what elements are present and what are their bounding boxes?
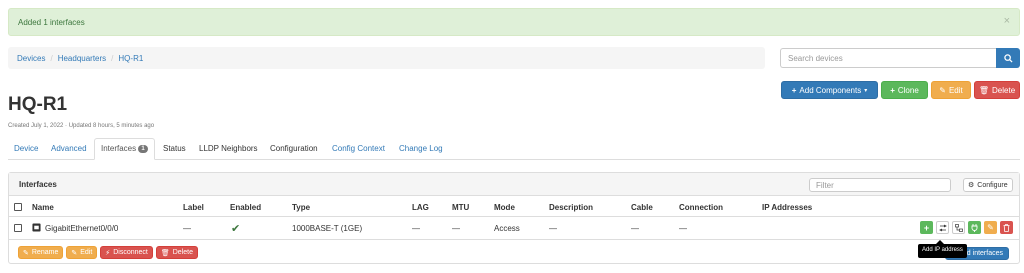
trace-icon xyxy=(938,224,947,231)
cell-mode: Access xyxy=(494,224,520,233)
column-header-name[interactable]: Name xyxy=(32,203,54,212)
edit-button[interactable]: ✎ Edit xyxy=(931,81,971,99)
add-components-button[interactable]: + Add Components ▾ xyxy=(781,81,878,99)
breadcrumb-current: HQ-R1 xyxy=(118,54,144,63)
column-header-description[interactable]: Description xyxy=(549,203,593,212)
select-all-checkbox[interactable] xyxy=(14,203,22,211)
column-header-enabled[interactable]: Enabled xyxy=(230,203,261,212)
bulk-disconnect-button[interactable]: ⚡ Disconnect xyxy=(100,246,153,259)
cell-mtu: — xyxy=(452,224,460,233)
clone-button[interactable]: + Clone xyxy=(881,81,928,99)
search-icon xyxy=(1003,53,1013,63)
unplug-icon: ⚡ xyxy=(105,249,111,257)
plus-icon: + xyxy=(890,85,895,95)
delete-button[interactable]: 🗑 Delete xyxy=(974,81,1020,99)
filter-input[interactable] xyxy=(809,178,951,192)
network-icon xyxy=(954,223,963,232)
enabled-check-icon: ✔ xyxy=(231,223,241,235)
bulk-actions: ✎ Rename ✎ Edit ⚡ Disconnect 🗑 Delete xyxy=(18,246,198,259)
cell-connection: — xyxy=(679,224,687,233)
breadcrumb: Devices / Headquarters / HQ-R1 xyxy=(8,47,765,69)
search-input[interactable] xyxy=(780,48,996,68)
bulk-edit-button[interactable]: ✎ Edit xyxy=(66,246,98,259)
column-header-type[interactable]: Type xyxy=(292,203,310,212)
bulk-delete-button[interactable]: 🗑 Delete xyxy=(155,246,198,259)
gear-icon: ⚙ xyxy=(968,182,975,189)
tab-config-context[interactable]: Config Context xyxy=(332,138,385,160)
column-header-mtu[interactable]: MTU xyxy=(452,203,469,212)
tab-change-log[interactable]: Change Log xyxy=(399,138,443,160)
tab-device[interactable]: Device xyxy=(14,138,38,160)
pencil-icon: ✎ xyxy=(71,249,78,257)
device-actions: + Add Components ▾ + Clone ✎ Edit 🗑 Dele… xyxy=(781,81,1020,99)
page-title: HQ-R1 xyxy=(8,94,68,115)
plus-icon: + xyxy=(923,222,930,233)
tab-status[interactable]: Status xyxy=(163,138,186,160)
panel-title: Interfaces xyxy=(19,180,57,189)
row-actions: + ✎ xyxy=(920,221,1013,234)
row-checkbox[interactable] xyxy=(14,224,22,232)
breadcrumb-site[interactable]: Headquarters xyxy=(58,54,106,63)
column-header-ip-addresses[interactable]: IP Addresses xyxy=(762,203,812,212)
device-search xyxy=(780,48,1020,68)
trash-icon: 🗑 xyxy=(160,249,170,257)
column-header-lag[interactable]: LAG xyxy=(412,203,429,212)
plus-icon: + xyxy=(791,85,797,95)
interface-type-icon xyxy=(32,223,41,234)
cell-lag: — xyxy=(412,224,420,233)
cell-label: — xyxy=(183,224,191,233)
edit-interface-button[interactable]: ✎ xyxy=(984,221,997,234)
row-divider xyxy=(9,239,1019,240)
tab-configuration[interactable]: Configuration xyxy=(270,138,318,160)
tab-advanced[interactable]: Advanced xyxy=(51,138,87,160)
header-divider xyxy=(9,216,1019,217)
column-header-label[interactable]: Label xyxy=(183,203,204,212)
trace-button[interactable] xyxy=(936,221,949,234)
interfaces-panel: Interfaces ⚙ Configure Name Label Enable… xyxy=(8,172,1020,264)
device-timestamps: Created July 1, 2022 · Updated 8 hours, … xyxy=(8,123,155,129)
pencil-icon: ✎ xyxy=(987,223,994,232)
interface-name-link[interactable]: GigabitEthernet0/0/0 xyxy=(45,224,118,233)
trash-icon xyxy=(1003,223,1010,232)
connect-cable-button[interactable] xyxy=(968,221,981,234)
close-icon[interactable]: × xyxy=(1004,15,1010,27)
panel-heading: Interfaces ⚙ Configure xyxy=(9,173,1019,196)
column-header-cable[interactable]: Cable xyxy=(631,203,653,212)
tab-interfaces[interactable]: Interfaces 1 xyxy=(94,138,155,160)
plug-icon xyxy=(971,223,978,232)
trash-icon: 🗑 xyxy=(978,85,990,95)
configure-button[interactable]: ⚙ Configure xyxy=(963,178,1013,192)
delete-interface-button[interactable] xyxy=(1000,221,1013,234)
pencil-icon: ✎ xyxy=(939,85,946,95)
cell-description: — xyxy=(549,224,557,233)
success-alert: Added 1 interfaces × xyxy=(8,8,1020,36)
cell-cable: — xyxy=(631,224,639,233)
connect-button[interactable] xyxy=(952,221,965,234)
cell-type: 1000BASE-T (1GE) xyxy=(292,224,363,233)
pencil-icon: ✎ xyxy=(23,249,29,257)
column-header-connection[interactable]: Connection xyxy=(679,203,723,212)
add-ip-address-button[interactable]: + xyxy=(920,221,933,234)
search-button[interactable] xyxy=(996,48,1020,68)
caret-down-icon: ▾ xyxy=(864,87,868,94)
breadcrumb-devices[interactable]: Devices xyxy=(17,54,45,63)
alert-message: Added 1 interfaces xyxy=(18,18,85,27)
interface-count-badge: 1 xyxy=(138,145,148,153)
column-header-mode[interactable]: Mode xyxy=(494,203,515,212)
device-tabs: Device Advanced Interfaces 1 Status LLDP… xyxy=(8,138,1020,160)
add-ip-address-tooltip: Add IP address xyxy=(918,240,967,258)
tab-lldp-neighbors[interactable]: LLDP Neighbors xyxy=(199,138,258,160)
bulk-rename-button[interactable]: ✎ Rename xyxy=(18,246,64,259)
